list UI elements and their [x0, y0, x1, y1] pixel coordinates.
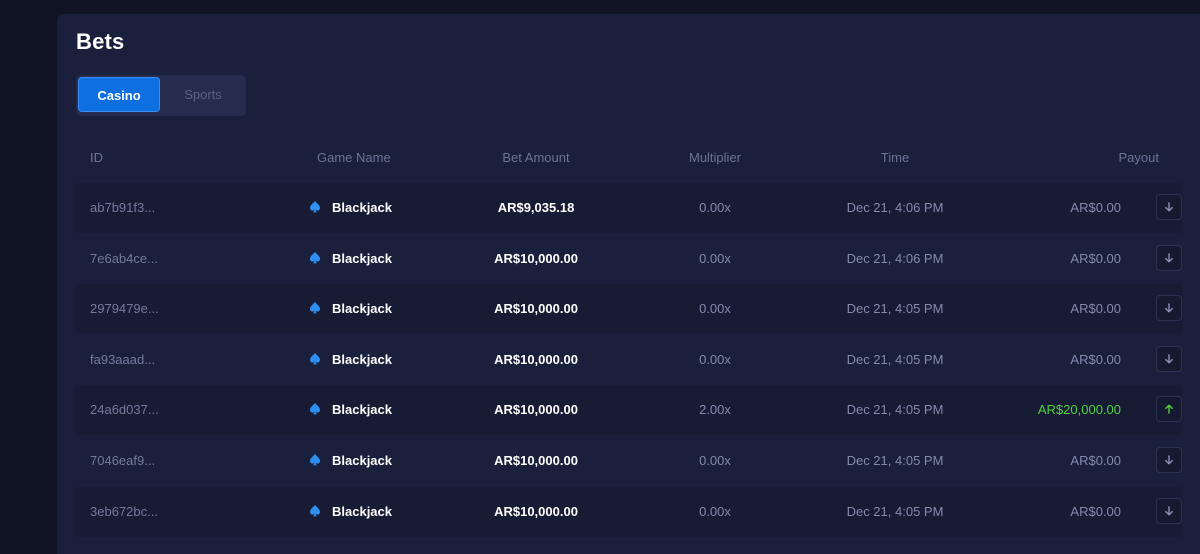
bet-type-tabs: Casino Sports	[76, 75, 246, 116]
game-name-cell: Blackjack	[308, 487, 392, 537]
game-name-cell: Blackjack	[308, 183, 392, 233]
game-name: Blackjack	[332, 250, 392, 266]
bet-amount: AR$10,000.00	[494, 453, 578, 468]
column-header-multiplier: Multiplier	[688, 150, 741, 165]
game-name-cell: Blackjack	[308, 284, 392, 334]
payout: AR$0.00	[1070, 250, 1121, 266]
table-row[interactable]: 3eb672bc... Blackjack AR$10,000.00 0.00x Dec…	[75, 486, 1182, 537]
payout-details-button[interactable]	[1156, 194, 1182, 220]
column-header-payout: Payout	[1118, 150, 1159, 165]
bet-id[interactable]: fa93aaad...	[90, 335, 155, 385]
spade-icon	[310, 251, 320, 263]
bet-id[interactable]: 7e6ab4ce...	[90, 234, 158, 284]
game-name-cell: Blackjack	[308, 335, 392, 385]
arrow-down-icon	[1165, 455, 1173, 465]
bet-amount: AR$9,035.18	[497, 200, 575, 215]
arrow-down-icon	[1165, 252, 1173, 263]
multiplier: 0.00x	[699, 351, 731, 367]
tab-casino[interactable]: Casino	[78, 77, 160, 112]
multiplier: 0.00x	[699, 503, 731, 519]
payout-details-button[interactable]	[1156, 497, 1182, 524]
bets-panel: Bets Casino Sports ID Game Name Bet Amou…	[57, 14, 1200, 554]
arrow-down-icon	[1165, 202, 1173, 212]
payout-details-button[interactable]	[1156, 396, 1182, 423]
payout-details-button[interactable]	[1156, 345, 1182, 372]
spade-icon	[310, 201, 320, 213]
bet-amount: AR$10,000.00	[494, 503, 578, 519]
table-row[interactable]: 7e6ab4ce... Blackjack AR$10,000.00 0.00x Dec…	[75, 233, 1182, 284]
game-name: Blackjack	[332, 200, 392, 215]
multiplier: 2.00x	[699, 402, 731, 418]
arrow-down-icon	[1165, 505, 1173, 516]
table-row[interactable]: 24a6d037... Blackjack AR$10,000.00 2.00x Dec…	[75, 385, 1182, 436]
column-header-time: Time	[880, 150, 910, 165]
multiplier: 0.00x	[699, 453, 731, 468]
arrow-down-icon	[1165, 354, 1173, 364]
page-title: Bets	[76, 29, 125, 54]
payout: AR$0.00	[1070, 200, 1121, 215]
table-row[interactable]: fa93aaad... Blackjack AR$10,000.00 0.00x Dec…	[75, 334, 1182, 385]
bet-time: Dec 21, 4:06 PM	[846, 250, 944, 266]
bet-time: Dec 21, 4:05 PM	[846, 301, 944, 317]
payout: AR$0.00	[1070, 453, 1121, 468]
game-name: Blackjack	[332, 453, 392, 468]
arrow-down-icon	[1165, 303, 1173, 313]
bet-amount: AR$10,000.00	[494, 301, 578, 317]
payout: AR$0.00	[1070, 503, 1121, 519]
tab-sports[interactable]: Sports	[162, 77, 244, 112]
game-name: Blackjack	[332, 301, 392, 317]
spade-icon	[310, 302, 320, 314]
game-name: Blackjack	[332, 503, 392, 519]
payout: AR$20,000.00	[1037, 402, 1121, 418]
bet-time: Dec 21, 4:06 PM	[846, 200, 944, 215]
spade-icon	[310, 454, 320, 466]
bet-id[interactable]: 7046eaf9...	[90, 436, 155, 486]
multiplier: 0.00x	[699, 250, 731, 266]
multiplier: 0.00x	[699, 200, 731, 215]
bet-time: Dec 21, 4:05 PM	[846, 402, 944, 418]
table-row[interactable]: 2979479e... Blackjack AR$10,000.00 0.00x Dec…	[75, 284, 1182, 335]
bet-time: Dec 21, 4:05 PM	[846, 503, 944, 519]
bet-amount: AR$10,000.00	[494, 250, 578, 266]
spade-icon	[310, 403, 320, 415]
spade-icon	[310, 352, 320, 365]
game-name-cell: Blackjack	[308, 436, 392, 486]
bet-id[interactable]: 24a6d037...	[90, 385, 159, 435]
payout-details-button[interactable]	[1156, 295, 1182, 322]
multiplier: 0.00x	[699, 301, 731, 317]
game-name-cell: Blackjack	[308, 234, 392, 284]
column-header-game-name: Game Name	[317, 150, 391, 165]
bet-amount: AR$10,000.00	[494, 402, 578, 418]
bet-amount: AR$10,000.00	[494, 351, 578, 367]
column-header-id: ID	[90, 150, 103, 165]
table-row[interactable]: ab7b91f3... Blackjack AR$9,035.18 0.00x Dec …	[75, 183, 1182, 233]
game-name: Blackjack	[332, 402, 392, 418]
bet-id[interactable]: 3eb672bc...	[90, 487, 158, 537]
table-row[interactable]: 7046eaf9... Blackjack AR$10,000.00 0.00x Dec…	[75, 436, 1182, 486]
column-header-bet-amount: Bet Amount	[502, 150, 570, 165]
game-name-cell: Blackjack	[308, 385, 392, 435]
bet-time: Dec 21, 4:05 PM	[846, 351, 944, 367]
payout: AR$0.00	[1070, 301, 1121, 317]
bet-id[interactable]: ab7b91f3...	[90, 183, 155, 233]
payout-details-button[interactable]	[1156, 244, 1182, 271]
bet-id[interactable]: 2979479e...	[90, 284, 159, 334]
table-header: ID Game Name Bet Amount Multiplier Time …	[75, 150, 1182, 166]
payout: AR$0.00	[1070, 351, 1121, 367]
payout-details-button[interactable]	[1156, 447, 1182, 473]
game-name: Blackjack	[332, 351, 392, 367]
arrow-up-icon	[1165, 404, 1173, 415]
spade-icon	[310, 504, 320, 516]
bet-time: Dec 21, 4:05 PM	[846, 453, 944, 468]
